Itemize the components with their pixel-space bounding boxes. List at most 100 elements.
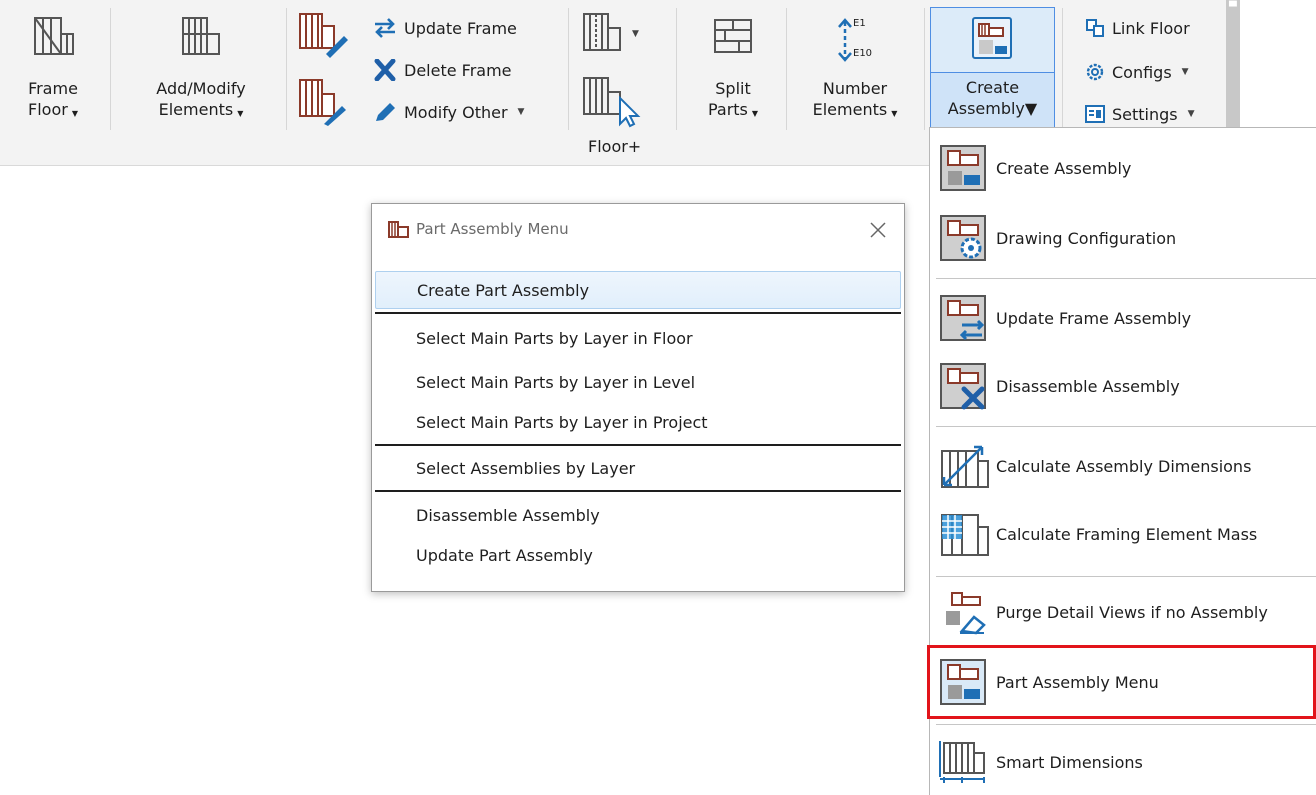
menu-item-label: Select Main Parts by Layer in Floor [416,328,693,348]
swap-arrows-icon [372,17,398,39]
create-assembly-button[interactable]: Create Assembly▼ [930,7,1055,131]
dropdown-item-label: Part Assembly Menu [996,672,1159,692]
menu-item-select-assemblies-by-layer[interactable]: Select Assemblies by Layer [372,449,904,487]
configs-button[interactable]: Configs ▼ [1084,56,1189,88]
menu-item-disassemble-assembly[interactable]: Disassemble Assembly [372,496,904,534]
dropdown-item-label: Calculate Framing Element Mass [996,524,1258,544]
frame-floor-label-1: Frame [28,79,78,98]
number-elements-button[interactable]: E1 E10 Number Elements ▼ [794,6,916,132]
settings-icon [1084,103,1106,125]
link-floor-button[interactable]: Link Floor [1084,12,1190,44]
chevron-down-icon: ▼ [891,109,898,118]
dropdown-separator [936,576,1316,577]
menu-item-update-part-assembly[interactable]: Update Part Assembly [372,536,904,574]
delete-frame-button[interactable]: Delete Frame [372,54,512,86]
dropdown-separator [936,426,1316,427]
number-elements-icon: E1 E10 [827,14,883,66]
menu-separator [375,444,901,446]
dropdown-item-label: Calculate Assembly Dimensions [996,456,1252,476]
ribbon-separator [1062,8,1063,130]
update-frame-button[interactable]: Update Frame [372,12,517,44]
ribbon-separator [924,8,925,130]
ribbon-overflow-panel[interactable] [1226,0,1240,128]
number-icon-top-text: E1 [853,18,866,29]
mass-icon [938,504,996,564]
menu-item-select-by-layer-level[interactable]: Select Main Parts by Layer in Level [372,363,904,401]
dropdown-item-part-assembly-menu[interactable]: Part Assembly Menu [938,650,1316,714]
dropdown-item-label: Purge Detail Views if no Assembly [996,602,1268,622]
part-assembly-menu-dialog: Part Assembly Menu Create Part Assembly … [371,203,905,592]
dropdown-item-calculate-framing-element-mass[interactable]: Calculate Framing Element Mass [938,502,1316,566]
create-assembly-dropdown-part[interactable]: Create Assembly▼ [930,72,1055,131]
dropdown-item-calculate-assembly-dimensions[interactable]: Calculate Assembly Dimensions [938,434,1316,498]
pencil-icon [372,101,398,123]
drawing-configuration-icon [938,208,996,268]
menu-item-label: Update Part Assembly [416,545,593,565]
number-icon-bottom-text: E10 [853,48,872,59]
chevron-down-icon: ▼ [71,109,78,118]
part-assembly-menu-icon [938,652,996,712]
chevron-down-icon: ▼ [237,109,244,118]
ribbon-separator [568,8,569,130]
add-modify-elements-button[interactable]: Add/Modify Elements ▼ [126,6,276,132]
dropdown-separator [936,278,1316,279]
dropdown-item-drawing-configuration[interactable]: Drawing Configuration [938,206,1316,270]
dropdown-item-label: Drawing Configuration [996,228,1177,248]
menu-item-label: Create Part Assembly [417,280,590,300]
frame-edit-icon-bottom[interactable] [296,76,354,126]
dropdown-item-label: Disassemble Assembly [996,376,1180,396]
menu-separator [375,312,901,314]
link-floor-label: Link Floor [1112,18,1190,38]
ribbon-separator [676,8,677,130]
menu-item-label: Disassemble Assembly [416,505,600,525]
ribbon-separator [110,8,111,130]
dropdown-item-purge-detail-views[interactable]: Purge Detail Views if no Assembly [938,580,1316,644]
frame-floor-button[interactable]: Frame Floor ▼ [8,6,98,132]
modify-other-label: Modify Other [404,102,508,122]
purge-eraser-icon [938,582,996,642]
settings-button[interactable]: Settings ▼ [1084,98,1195,130]
menu-item-label: Select Main Parts by Layer in Level [416,372,696,392]
menu-item-label: Select Assemblies by Layer [416,458,636,478]
floor-plus-group-label: Floor+ [588,137,642,156]
split-parts-icon [709,14,757,62]
update-assembly-icon [938,288,996,348]
ribbon-separator [786,8,787,130]
chevron-down-icon: ▼ [1187,109,1195,119]
dropdown-item-smart-dimensions[interactable]: Smart Dimensions [938,730,1316,794]
chevron-down-icon: ▼ [517,107,525,117]
dropdown-item-update-frame-assembly[interactable]: Update Frame Assembly [938,286,1316,350]
floor-select-cursor-icon [580,74,644,130]
dimensions-icon [938,436,996,496]
menu-item-select-by-layer-project[interactable]: Select Main Parts by Layer in Project [372,403,904,441]
add-modify-label-2: Elements [158,100,234,119]
dropdown-item-label: Smart Dimensions [996,752,1143,772]
link-floor-icon [1084,17,1106,39]
collapse-icon[interactable]: ▀ [1229,2,1237,13]
split-parts-label-1: Split [715,79,751,98]
create-assembly-label-2: Assembly [947,99,1025,118]
dropdown-separator [936,724,1316,725]
modify-other-button[interactable]: Modify Other ▼ [372,96,524,128]
dialog-title: Part Assembly Menu [416,220,569,238]
frame-edit-icon-top[interactable] [296,10,354,58]
floor-select-button[interactable] [580,74,644,130]
dropdown-item-disassemble-assembly[interactable]: Disassemble Assembly [938,354,1316,418]
delete-frame-label: Delete Frame [404,60,512,80]
ribbon-separator [286,8,287,130]
update-frame-label: Update Frame [404,18,517,38]
frame-floor-icon [29,14,77,62]
number-elements-label-1: Number [822,79,888,98]
split-parts-button[interactable]: Split Parts ▼ [688,6,778,132]
menu-item-create-part-assembly[interactable]: Create Part Assembly [375,271,901,309]
menu-item-select-by-layer-floor[interactable]: Select Main Parts by Layer in Floor [372,319,904,357]
add-modify-label-1: Add/Modify [156,79,246,98]
close-icon[interactable] [866,218,890,242]
create-assembly-icon [971,16,1015,62]
dropdown-item-create-assembly[interactable]: Create Assembly [938,136,1316,200]
chevron-down-icon: ▼ [751,109,759,118]
frame-floor-label-2: Floor [28,100,68,119]
create-assembly-label-1: Create [965,78,1020,97]
floor-plus-split-button[interactable]: ▼ [580,10,639,58]
create-assembly-dropdown-menu: Create Assembly Drawing Configuration Up… [929,127,1316,795]
